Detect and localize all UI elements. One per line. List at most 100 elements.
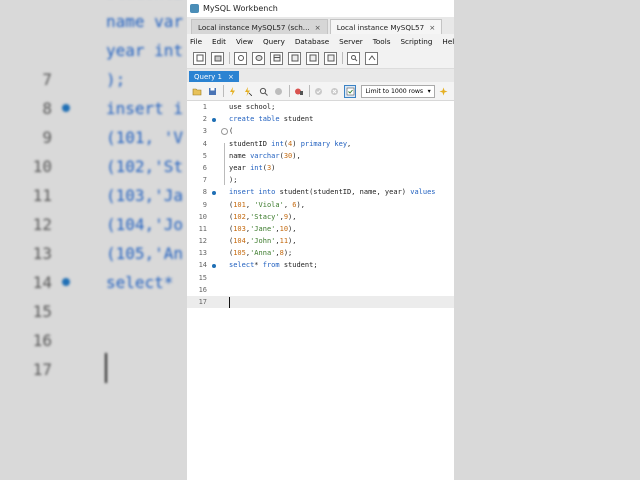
menu-server[interactable]: Server [339, 37, 363, 46]
backdrop-line-number: 13 [32, 244, 52, 263]
toolbar-separator [222, 85, 224, 97]
backdrop-line [454, 268, 640, 297]
menu-database[interactable]: Database [295, 37, 329, 46]
menu-file[interactable]: File [190, 37, 202, 46]
menu-query[interactable]: Query [263, 37, 285, 46]
backdrop-line [454, 326, 640, 355]
backdrop-line: name var [0, 7, 187, 36]
line-number: 4 [202, 139, 207, 148]
chevron-down-icon: ▾ [427, 87, 431, 95]
beautify-icon[interactable] [439, 86, 449, 97]
code-token: 'Stacy' [250, 212, 280, 221]
create-function-icon[interactable] [324, 51, 337, 65]
backdrop-line: 7); [0, 65, 187, 94]
backdrop-left-code: studentI name var year int 7); 8 insert i 9 (10… [0, 0, 187, 384]
editor-line[interactable]: 8 insert into student(studentID, name, ye… [187, 186, 454, 198]
close-icon[interactable]: × [228, 73, 234, 81]
editor-line[interactable]: 5 name varchar(30), [187, 150, 454, 162]
create-view-icon[interactable] [288, 51, 301, 65]
backdrop-line: 13 (105,'An [0, 239, 187, 268]
code-token: ); [283, 249, 293, 258]
editor-line[interactable]: 11 (103,'Jane',10), [187, 223, 454, 235]
fold-toggle-icon[interactable] [221, 128, 228, 136]
open-file-icon[interactable] [192, 86, 202, 97]
code-token: 11 [279, 237, 289, 246]
menu-edit[interactable]: Edit [212, 37, 226, 46]
backdrop-line: 16 [0, 326, 187, 355]
toggle-autocommit-icon[interactable] [344, 84, 357, 98]
sql-editor[interactable]: 1 use school; 2 create table student 3(4 stud… [187, 101, 454, 309]
execute-icon[interactable] [227, 86, 237, 97]
backdrop-line [454, 355, 640, 384]
explain-icon[interactable] [258, 86, 268, 97]
code-token: ) [292, 139, 301, 148]
code-token: 105 [233, 249, 246, 258]
tab-query-1[interactable]: Query 1 × [189, 71, 239, 82]
create-table-icon[interactable] [270, 51, 283, 65]
editor-line[interactable]: 7); [187, 174, 454, 186]
editor-line[interactable]: 17 [187, 296, 454, 309]
backdrop-right: year) values [454, 0, 640, 480]
commit-icon[interactable] [314, 86, 324, 97]
inspector-icon[interactable] [234, 51, 247, 65]
backdrop-line-number: 7 [42, 70, 52, 89]
open-sql-file-icon[interactable] [211, 51, 224, 65]
line-number: 11 [198, 224, 207, 233]
close-icon[interactable]: × [315, 23, 321, 32]
editor-line[interactable]: 10 (102,'Stacy',9), [187, 211, 454, 223]
line-number: 14 [198, 261, 207, 270]
create-schema-icon[interactable] [252, 51, 265, 65]
menu-scripting[interactable]: Scripting [400, 37, 432, 46]
code-text: (104,'John',11), [229, 235, 296, 247]
code-token: studentID [229, 139, 272, 148]
backdrop-line-number: 9 [42, 128, 52, 147]
backdrop-line-number: 8 [42, 99, 52, 118]
new-sql-tab-icon[interactable] [193, 51, 206, 65]
query-tabs: Query 1 × [187, 69, 454, 82]
connection-tab-1[interactable]: Local instance MySQL57 (sch... × [191, 19, 328, 34]
editor-line[interactable]: 3( [187, 125, 454, 137]
editor-line[interactable]: 14 select* from student; [187, 259, 454, 271]
reconnect-icon[interactable] [365, 51, 378, 65]
menu-view[interactable]: View [236, 37, 253, 46]
backdrop-line [454, 210, 640, 239]
menu-bar: File Edit View Query Database Server Too… [187, 34, 454, 48]
line-number: 2 [202, 115, 207, 124]
menu-tools[interactable]: Tools [373, 37, 391, 46]
code-text: (105,'Anna',8); [229, 247, 292, 259]
limit-rows-select[interactable]: Limit to 1000 rows ▾ [361, 84, 435, 98]
line-number: 12 [198, 237, 207, 246]
editor-line[interactable]: 13 (105,'Anna',8); [187, 247, 454, 259]
menu-help[interactable]: Help [442, 37, 454, 46]
code-token: ( [229, 127, 234, 136]
editor-line[interactable]: 15 [187, 272, 454, 284]
connection-tab-2[interactable]: Local instance MySQL57 × [329, 19, 443, 34]
rollback-icon[interactable] [329, 86, 339, 97]
code-token: create table [229, 115, 284, 124]
stop-icon[interactable] [273, 86, 283, 97]
search-table-data-icon[interactable] [347, 51, 360, 65]
editor-line[interactable]: 16 [187, 284, 454, 296]
editor-line[interactable]: 4 studentID int(4) primary key, [187, 138, 454, 150]
code-token: insert into [229, 188, 280, 197]
code-token: , [283, 200, 293, 209]
statement-marker-icon [212, 117, 216, 122]
backdrop-code-text: year int [106, 41, 184, 60]
code-token: select [229, 261, 255, 270]
save-icon[interactable] [207, 86, 217, 97]
code-token: year [229, 163, 251, 172]
execute-current-icon[interactable] [243, 86, 253, 97]
backdrop-line: 10 (102,'St [0, 152, 187, 181]
backdrop-line-number: 16 [32, 331, 52, 350]
code-token: 104 [233, 237, 246, 246]
close-icon[interactable]: × [429, 23, 435, 32]
toggle-continue-on-error-icon[interactable] [293, 86, 303, 97]
code-token: 101 [233, 200, 246, 209]
code-token: from [262, 261, 284, 270]
editor-line[interactable]: 9 (101, 'Viola', 6), [187, 199, 454, 211]
editor-line[interactable]: 2 create table student [187, 113, 454, 125]
editor-line[interactable]: 12 (104,'John',11), [187, 235, 454, 247]
editor-line[interactable]: 6 year int(3) [187, 162, 454, 174]
editor-line[interactable]: 1 use school; [187, 101, 454, 113]
create-procedure-icon[interactable] [306, 51, 319, 65]
